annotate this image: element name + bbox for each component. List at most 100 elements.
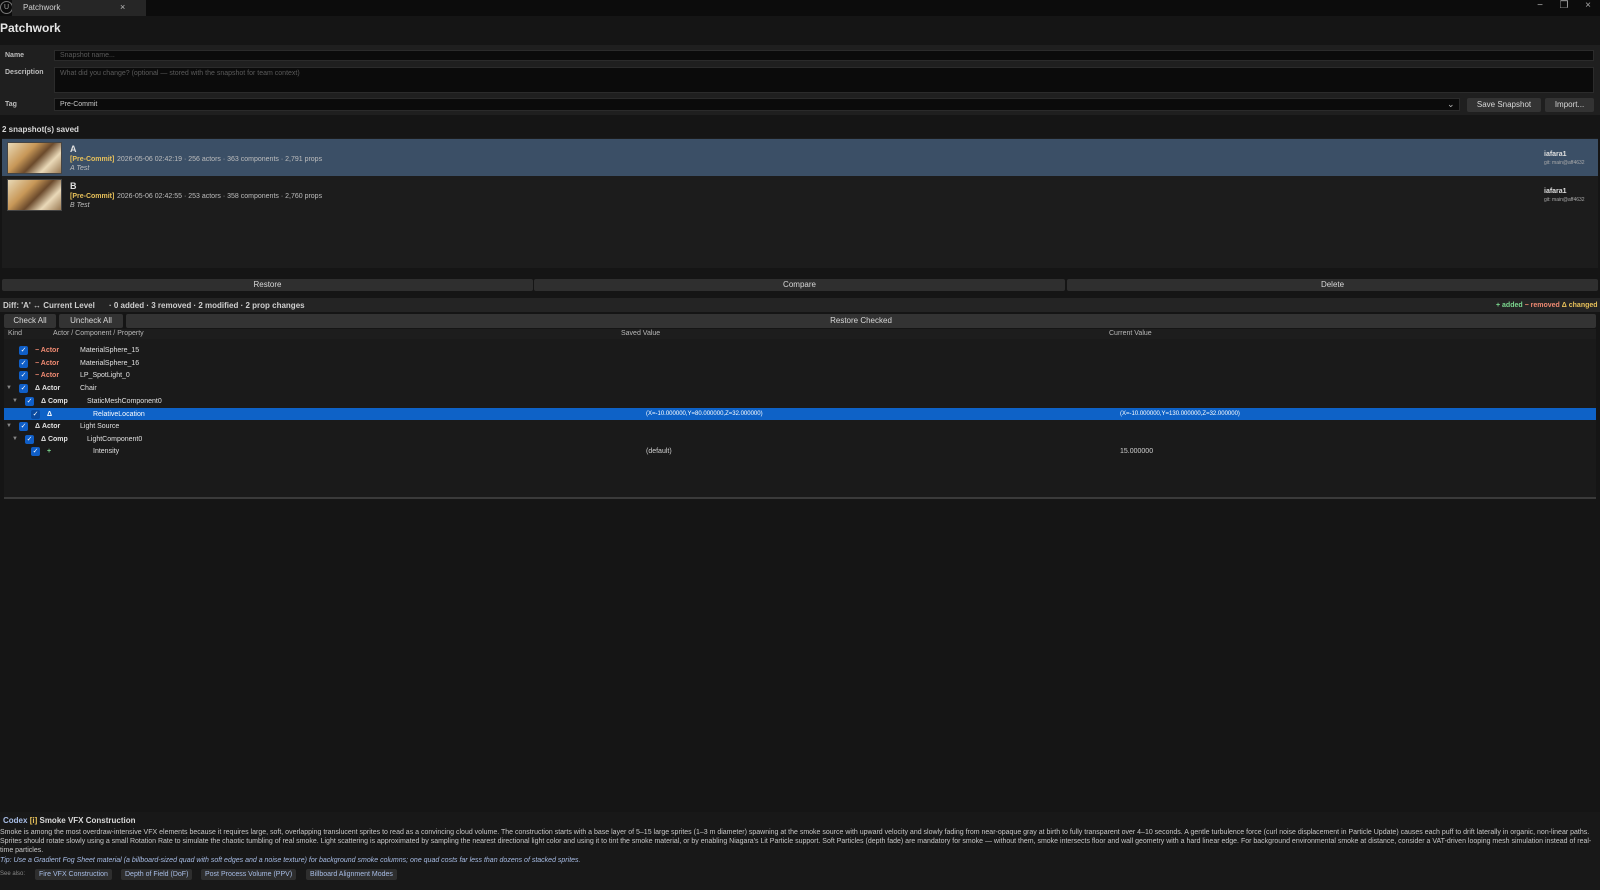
row-checkbox[interactable]: ✓ [19, 384, 28, 393]
name-label: Name [5, 52, 25, 59]
diff-row[interactable] [4, 420, 1596, 432]
see-also-label: See also: [0, 871, 26, 877]
snapshot-count: 2 snapshot(s) saved [2, 125, 79, 134]
row-kind: − Actor [35, 360, 60, 367]
diff-row-selected[interactable] [4, 408, 1596, 420]
row-saved-value: (X=-10.000000,Y=80.000000,Z=32.000000) [646, 411, 763, 417]
row-kind: − Actor [35, 372, 60, 379]
restore-button[interactable]: Restore [2, 279, 533, 291]
codex-title: Smoke VFX Construction [39, 816, 136, 825]
see-also-link[interactable]: Depth of Field (DoF) [121, 869, 193, 880]
see-also-link[interactable]: Fire VFX Construction [35, 869, 112, 880]
codex-header: Codex [i] Smoke VFX Construction [3, 816, 136, 825]
diff-row[interactable] [4, 382, 1596, 394]
snapshot-user: iafara1 [1544, 188, 1567, 195]
snapshot-name: A [70, 144, 77, 154]
row-saved-value: (default) [646, 448, 672, 455]
panel-title: Patchwork [0, 21, 61, 35]
expand-toggle-icon[interactable]: ▼ [6, 385, 12, 391]
row-name: Intensity [93, 448, 120, 455]
chevron-down-icon[interactable]: ⌄ [1447, 99, 1455, 110]
title-bar [0, 0, 1600, 16]
row-name: Chair [80, 385, 97, 392]
snapshot-name: B [70, 181, 77, 191]
diff-row[interactable] [4, 395, 1596, 407]
restore-checked-button[interactable]: Restore Checked [126, 314, 1596, 328]
snapshot-tag: [Pre-Commit] [70, 156, 115, 163]
row-name: RelativeLocation [93, 411, 145, 418]
tag-select[interactable]: Pre-Commit [54, 98, 1460, 111]
row-checkbox[interactable]: ✓ [19, 422, 28, 431]
save-snapshot-button[interactable]: Save Snapshot [1467, 98, 1541, 112]
codex-tip: Tip: Use a Gradient Fog Sheet material (… [0, 857, 581, 864]
import-button[interactable]: Import... [1545, 98, 1594, 112]
row-kind: Δ Actor [35, 385, 61, 392]
expand-toggle-icon[interactable]: ▼ [6, 423, 12, 429]
diff-row[interactable] [4, 369, 1596, 381]
snapshot-description: B Test [70, 202, 90, 209]
tag-label: Tag [5, 101, 17, 108]
codex-body: Smoke is among the most overdraw-intensi… [0, 829, 1592, 854]
snapshot-tag: [Pre-Commit] [70, 193, 115, 200]
col-current-value: Current Value [1109, 330, 1152, 337]
codex-badge: [i] [29, 816, 38, 825]
minimize-icon[interactable]: − [1528, 0, 1552, 14]
row-kind: + [47, 448, 52, 455]
row-kind: − Actor [35, 347, 60, 354]
row-current-value: 15.000000 [1120, 448, 1154, 455]
row-name: MaterialSphere_15 [80, 347, 140, 354]
snapshot-description: A Test [70, 165, 90, 172]
see-also-link[interactable]: Billboard Alignment Modes [306, 869, 397, 880]
legend-changed: Δ changed [1561, 302, 1598, 309]
col-saved-value: Saved Value [621, 330, 661, 337]
check-all-button[interactable]: Check All [4, 314, 56, 328]
snapshot-git: git: main@aff4632 [1544, 197, 1585, 203]
row-name: Light Source [80, 423, 120, 430]
tab-close-icon[interactable]: × [120, 2, 125, 12]
close-window-icon[interactable]: × [1576, 0, 1600, 14]
uncheck-all-button[interactable]: Uncheck All [59, 314, 123, 328]
diff-row[interactable] [4, 433, 1596, 445]
row-current-value: (X=-10.000000,Y=130.000000,Z=32.000000) [1120, 411, 1240, 417]
row-kind: Δ Comp [41, 398, 68, 405]
description-label: Description [5, 69, 44, 76]
codex-label: Codex [3, 816, 28, 825]
diff-title: Diff: 'A' ↔ Current Level [3, 301, 95, 310]
snapshot-thumbnail [7, 142, 62, 174]
diff-summary: · 0 added · 3 removed · 2 modified · 2 p… [109, 301, 305, 310]
diff-row[interactable] [4, 344, 1596, 356]
description-input[interactable]: What did you change? (optional — stored … [54, 67, 1594, 93]
diff-row[interactable] [4, 445, 1596, 457]
name-input[interactable]: Snapshot name... [54, 50, 1594, 61]
see-also-link[interactable]: Post Process Volume (PPV) [201, 869, 297, 880]
delete-button[interactable]: Delete [1067, 279, 1598, 291]
expand-toggle-icon[interactable]: ▼ [12, 398, 18, 404]
row-checkbox[interactable]: ✓ [31, 447, 40, 456]
restore-window-icon[interactable]: ❐ [1552, 0, 1576, 14]
diff-row[interactable] [4, 357, 1596, 369]
row-kind: Δ [47, 411, 53, 418]
row-checkbox[interactable]: ✓ [25, 397, 34, 406]
row-kind: Δ Actor [35, 423, 61, 430]
row-kind: Δ Comp [41, 436, 68, 443]
row-checkbox[interactable]: ✓ [19, 371, 28, 380]
row-checkbox[interactable]: ✓ [19, 346, 28, 355]
patchwork-window: U Patchwork × − ❐ × Patchwork Name Snaps… [0, 0, 1600, 890]
compare-button[interactable]: Compare [534, 279, 1065, 291]
row-name: StaticMeshComponent0 [87, 398, 162, 405]
row-checkbox[interactable]: ✓ [31, 410, 40, 419]
col-path: Actor / Component / Property [53, 330, 144, 337]
legend-added: + added [1496, 302, 1523, 309]
snapshot-user: iafara1 [1544, 151, 1567, 158]
tab-label: Patchwork [23, 3, 61, 12]
row-checkbox[interactable]: ✓ [19, 359, 28, 368]
snapshot-git: git: main@aff4632 [1544, 160, 1585, 166]
diff-legend: + added − removed Δ changed [1496, 302, 1598, 309]
snapshot-meta: 2026-05-06 02:42:55 · 253 actors · 358 c… [117, 193, 323, 200]
expand-toggle-icon[interactable]: ▼ [12, 436, 18, 442]
row-checkbox[interactable]: ✓ [25, 435, 34, 444]
row-name: MaterialSphere_16 [80, 360, 140, 367]
snapshot-thumbnail [7, 179, 62, 211]
snapshot-meta: 2026-05-06 02:42:19 · 256 actors · 363 c… [117, 156, 323, 163]
col-kind: Kind [8, 330, 23, 337]
